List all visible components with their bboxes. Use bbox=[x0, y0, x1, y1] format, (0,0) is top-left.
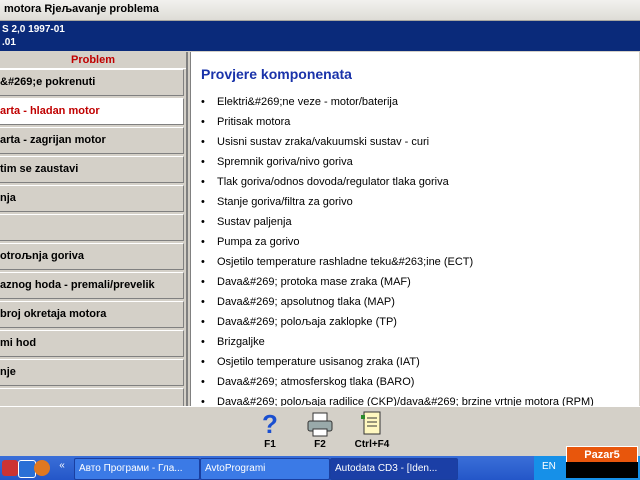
taskbar: « Авто Програми - Гла... AvtoProgrami Au… bbox=[0, 456, 640, 480]
help-button[interactable]: ? F1 bbox=[248, 409, 292, 455]
sidebar-item[interactable]: mi hod bbox=[0, 330, 184, 357]
notes-icon bbox=[350, 409, 394, 439]
list-item[interactable]: • Dava&#269; atmosferskog tlaka (BARO) bbox=[201, 372, 594, 392]
list-item[interactable]: • Sustav paljenja bbox=[201, 212, 594, 232]
content-title: Provjere komponenata bbox=[201, 66, 352, 82]
language-indicator[interactable]: EN bbox=[542, 461, 556, 472]
firefox-icon[interactable] bbox=[34, 460, 50, 476]
list-item[interactable]: • Dava&#269; poloљaja radilice (CKP)/dava… bbox=[201, 392, 594, 406]
list-item[interactable]: • Dava&#269; apsolutnog tlaka (MAP) bbox=[201, 292, 594, 312]
vehicle-info-line1: S 2,0 1997-01 bbox=[2, 24, 65, 35]
component-checks-panel: Provjere komponenata • Elektri&#269;ne ve… bbox=[190, 52, 639, 406]
list-item[interactable]: • Dava&#269; poloљaja zaklopke (TP) bbox=[201, 312, 594, 332]
sidebar-item[interactable]: tim se zaustavi bbox=[0, 156, 184, 183]
sidebar-item[interactable]: aznog hoda - premali/prevelik bbox=[0, 272, 184, 299]
notes-button[interactable]: Ctrl+F4 bbox=[350, 409, 394, 455]
chevron-right-icon[interactable]: « bbox=[54, 458, 70, 474]
task-button[interactable]: AvtoProgrami bbox=[200, 458, 330, 480]
function-key-toolbar: ? F1 F2 Ctrl+F4 bbox=[0, 406, 640, 457]
list-item[interactable]: • Spremnik goriva/nivo goriva bbox=[201, 152, 594, 172]
list-item[interactable]: • Stanje goriva/filtra za gorivo bbox=[201, 192, 594, 212]
component-list: • Elektri&#269;ne veze - motor/baterija •… bbox=[201, 92, 594, 406]
sidebar-item[interactable]: nje bbox=[0, 359, 184, 386]
task-button[interactable]: Авто Програми - Гла... bbox=[74, 458, 200, 480]
sidebar-item-selected[interactable]: arta - hladan motor bbox=[0, 98, 184, 125]
window-titlebar: motora Rjeљavanje problema bbox=[0, 0, 640, 21]
list-item[interactable]: • Usisni sustav zraka/vakuumski sustav - … bbox=[201, 132, 594, 152]
list-item[interactable]: • Osjetilo temperature rashladne teku&#26… bbox=[201, 252, 594, 272]
sidebar-item[interactable]: nja bbox=[0, 185, 184, 212]
sidebar-item[interactable]: otroљnja goriva bbox=[0, 243, 184, 270]
print-button[interactable]: F2 bbox=[298, 409, 342, 455]
list-item[interactable]: • Pritisak motora bbox=[201, 112, 594, 132]
window-title: motora Rjeљavanje problema bbox=[4, 3, 159, 15]
sidebar-item[interactable]: broj okretaja motora bbox=[0, 301, 184, 328]
svg-text:?: ? bbox=[262, 409, 278, 439]
help-icon: ? bbox=[248, 409, 292, 439]
printer-icon bbox=[298, 409, 342, 439]
list-item[interactable]: • Pumpa za gorivo bbox=[201, 232, 594, 252]
show-desktop-icon[interactable] bbox=[2, 460, 18, 476]
list-item[interactable]: • Osjetilo temperature usisanog zraka (IA… bbox=[201, 352, 594, 372]
sidebar-header: Problem bbox=[0, 52, 186, 69]
list-item[interactable]: • Elektri&#269;ne veze - motor/baterija bbox=[201, 92, 594, 112]
sidebar-item[interactable]: arta - zagrijan motor bbox=[0, 127, 184, 154]
sidebar-item[interactable] bbox=[0, 214, 184, 241]
problem-sidebar: Problem &#269;e pokrenuti arta - hladan … bbox=[0, 52, 188, 406]
vehicle-info-line2: .01 bbox=[2, 37, 16, 48]
task-button-active[interactable]: Autodata CD3 - [Iden... bbox=[330, 458, 458, 480]
sidebar-item[interactable]: &#269;e pokrenuti bbox=[0, 69, 184, 96]
list-item[interactable]: • Dava&#269; protoka mase zraka (MAF) bbox=[201, 272, 594, 292]
redacted-clock bbox=[566, 462, 638, 478]
sidebar-item[interactable] bbox=[0, 388, 184, 406]
list-item[interactable]: • Tlak goriva/odnos dovoda/regulator tlak… bbox=[201, 172, 594, 192]
list-item[interactable]: • Brizgaljke bbox=[201, 332, 594, 352]
vehicle-info-bar: S 2,0 1997-01 .01 bbox=[0, 21, 640, 51]
